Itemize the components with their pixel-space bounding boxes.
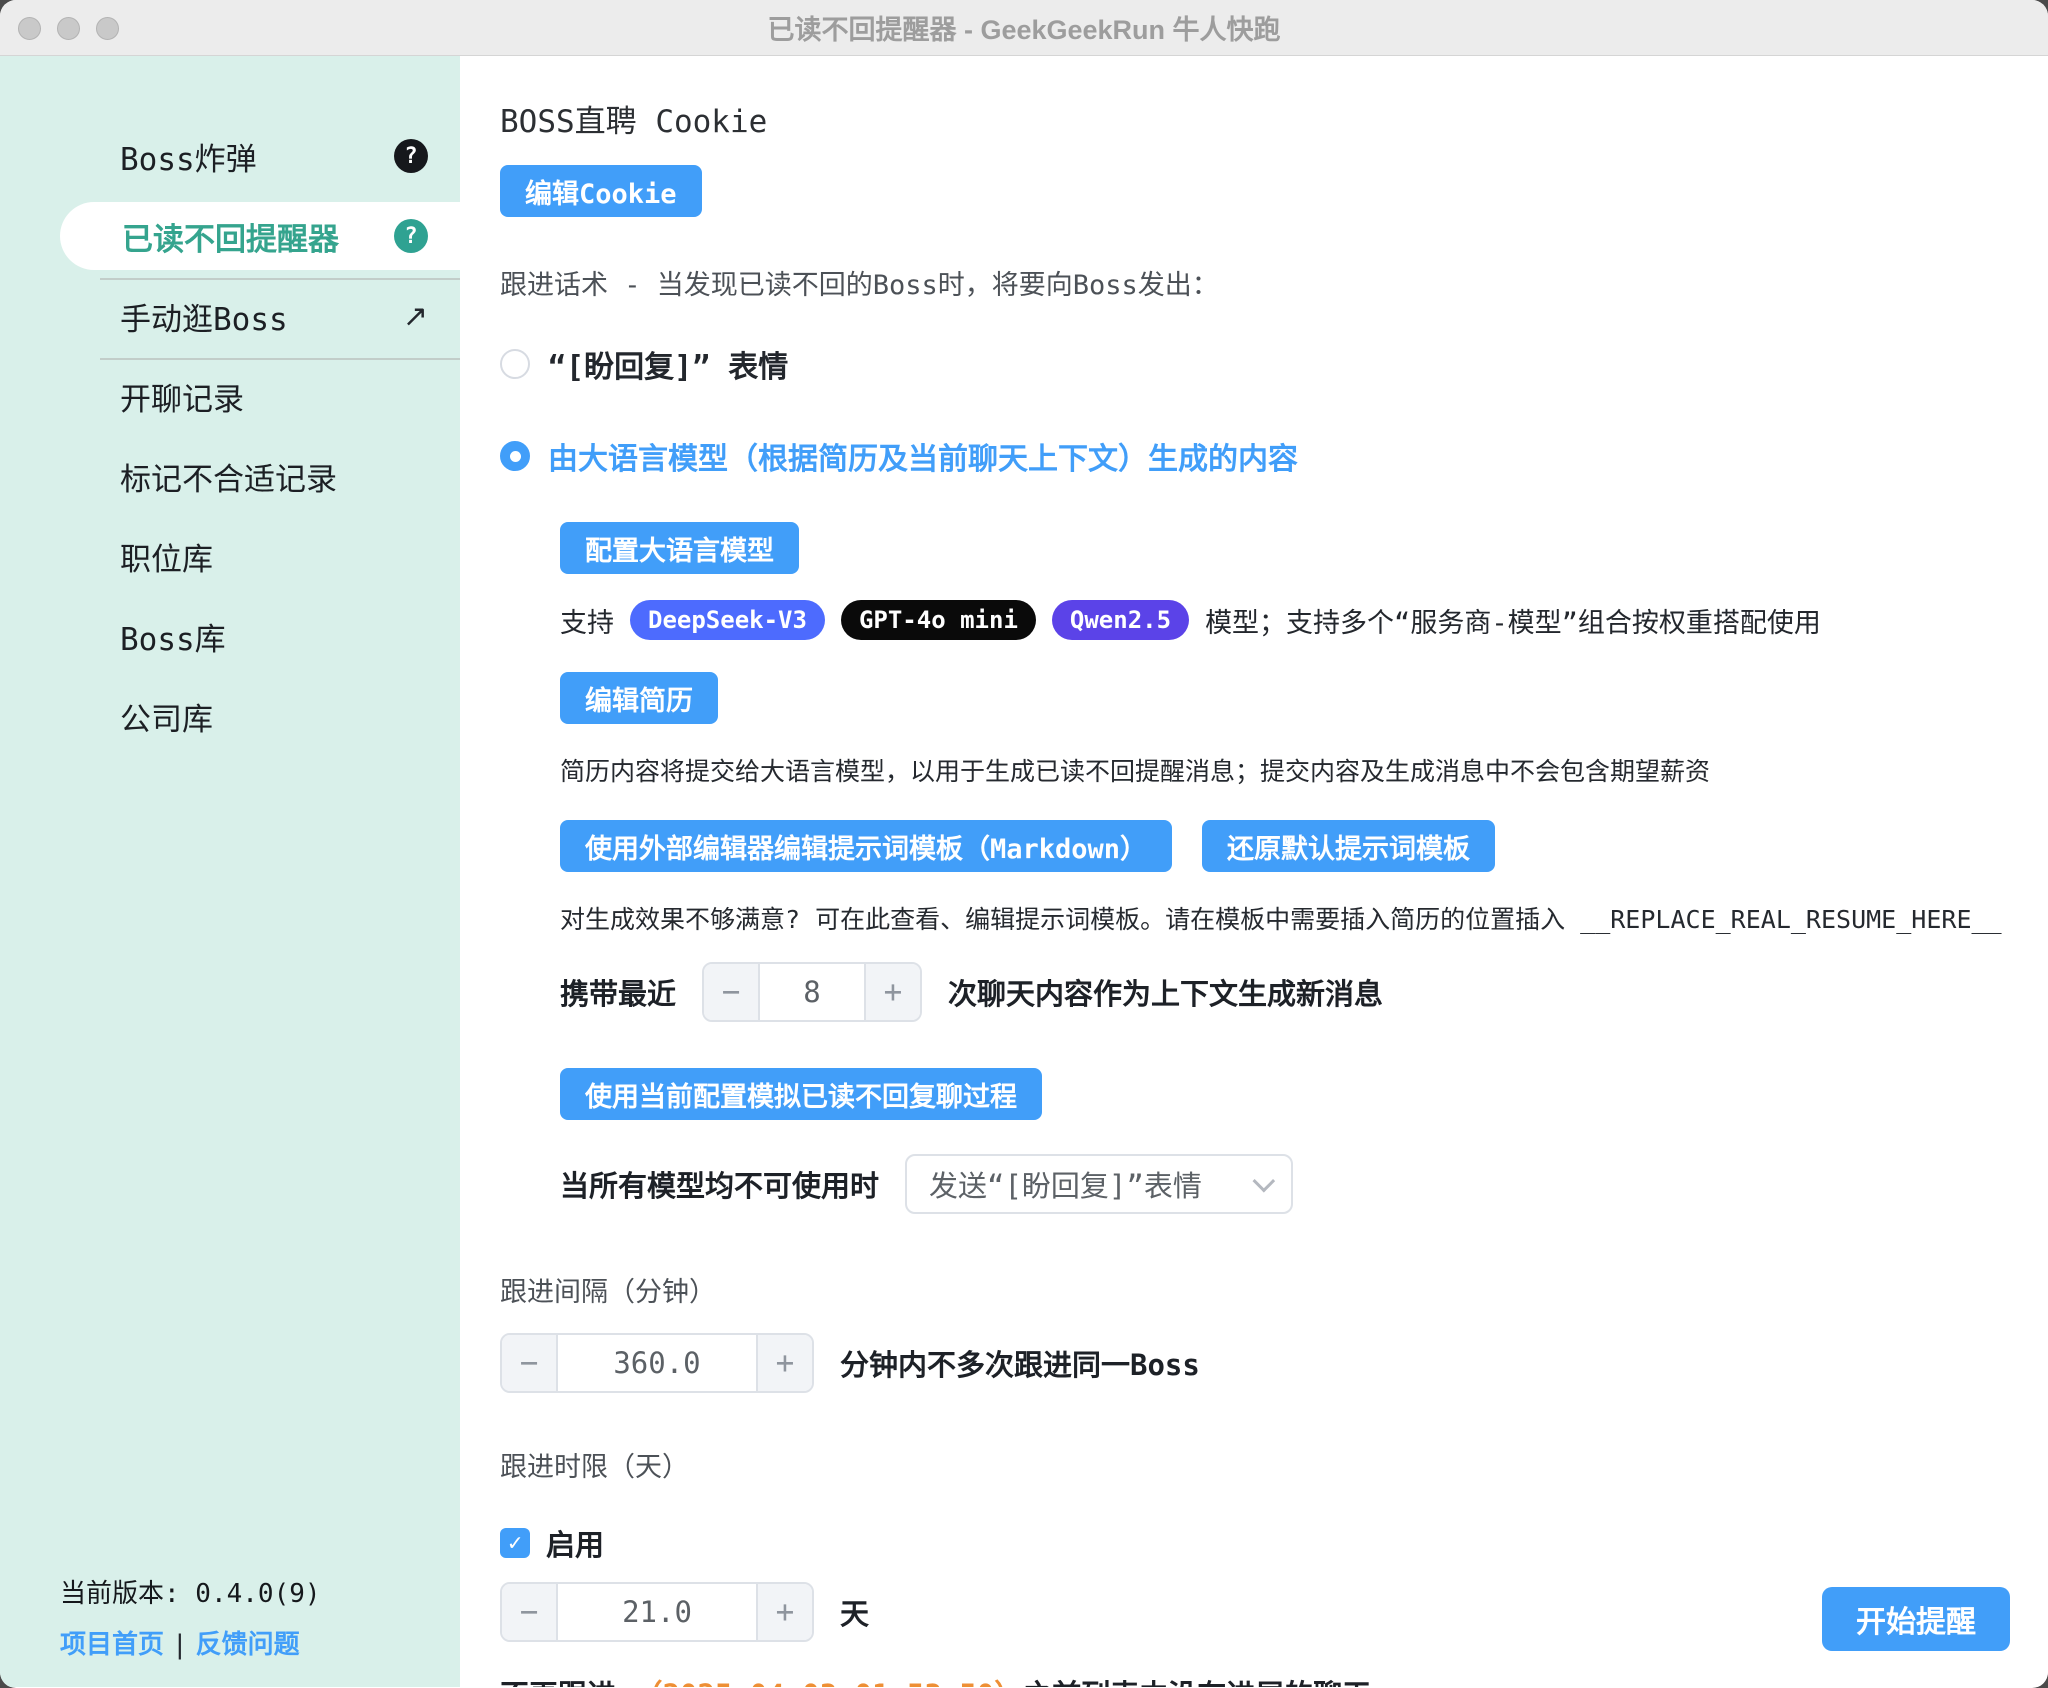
fallback-selected-value: 发送“[盼回复]”表情	[929, 1163, 1202, 1205]
decrement-button[interactable]: −	[502, 1584, 556, 1640]
link-separator: |	[172, 1630, 188, 1660]
fallback-label: 当所有模型均不可使用时	[560, 1163, 879, 1205]
template-note: 对生成效果不够满意? 可在此查看、编辑提示词模板。请在模板中需要插入简历的位置插…	[560, 900, 2008, 936]
model-badge-deepseek: DeepSeek-V3	[630, 600, 825, 640]
radio-unselected-icon[interactable]	[500, 349, 530, 379]
edit-cookie-button[interactable]: 编辑Cookie	[500, 165, 702, 217]
model-badge-gpt4o-mini: GPT-4o mini	[841, 600, 1036, 640]
footer-links: 项目首页 | 反馈问题	[60, 1624, 321, 1661]
traffic-lights	[18, 17, 119, 40]
interval-suffix: 分钟内不多次跟进同一Boss	[840, 1342, 1200, 1384]
increment-button[interactable]: +	[758, 1335, 812, 1391]
minimize-window-button[interactable]	[57, 17, 80, 40]
support-suffix: 模型；支持多个“服务商-模型”组合按权重搭配使用	[1205, 601, 1821, 640]
interval-label: 跟进间隔（分钟）	[500, 1270, 2008, 1309]
note-suffix: 之前列表中没有进展的聊天	[1023, 1678, 1371, 1687]
feedback-link[interactable]: 反馈问题	[196, 1630, 300, 1660]
edit-prompt-template-button[interactable]: 使用外部编辑器编辑提示词模板（Markdown）	[560, 820, 1172, 872]
window-title: 已读不回提醒器 - GeekGeekRun 牛人快跑	[767, 8, 1280, 47]
sidebar-item-label: 职位库	[120, 534, 213, 579]
enable-label: 启用	[546, 1522, 604, 1564]
configure-llm-button[interactable]: 配置大语言模型	[560, 522, 799, 574]
interval-stepper: − 360.0 +	[500, 1333, 814, 1393]
sidebar-item-marked-unsuitable[interactable]: 标记不合适记录	[0, 436, 460, 516]
context-count-prefix: 携带最近	[560, 971, 676, 1013]
follow-script-label: 跟进话术 - 当发现已读不回的Boss时，将要向Boss发出：	[500, 263, 2008, 302]
interval-input[interactable]: 360.0	[556, 1335, 758, 1391]
sidebar-item-label: 开聊记录	[120, 374, 244, 419]
deadline-enable-row[interactable]: ✓ 启用	[500, 1522, 2008, 1564]
sidebar-item-label: Boss库	[120, 614, 226, 659]
no-follow-note: 不再跟进 （2025-04-03 01:53:50）之前列表中没有进展的聊天	[500, 1672, 2008, 1687]
sidebar-item-label: 手动逛Boss	[120, 294, 288, 339]
deadline-days-input[interactable]: 21.0	[556, 1584, 758, 1640]
sidebar-item-label: 已读不回提醒器	[122, 214, 339, 259]
sidebar-item-boss-library[interactable]: Boss库	[0, 596, 460, 676]
sidebar-item-job-library[interactable]: 职位库	[0, 516, 460, 596]
decrement-button[interactable]: −	[502, 1335, 556, 1391]
zoom-window-button[interactable]	[96, 17, 119, 40]
context-count-input[interactable]: 8	[758, 964, 866, 1020]
llm-settings-block: 配置大语言模型 支持 DeepSeek-V3 GPT-4o mini Qwen2…	[560, 522, 2008, 1214]
deadline-days-stepper: − 21.0 +	[500, 1582, 814, 1642]
follow-option-llm[interactable]: 由大语言模型（根据简历及当前聊天上下文）生成的内容	[500, 434, 2008, 478]
radio-selected-icon[interactable]	[500, 441, 530, 471]
main-content: BOSS直聘 Cookie 编辑Cookie 跟进话术 - 当发现已读不回的Bo…	[460, 56, 2048, 1687]
edit-resume-button[interactable]: 编辑简历	[560, 672, 718, 724]
supported-models-line: 支持 DeepSeek-V3 GPT-4o mini Qwen2.5 模型；支持…	[560, 600, 2008, 640]
sidebar-item-read-no-reply-reminder[interactable]: 已读不回提醒器 ?	[60, 202, 460, 270]
sidebar-item-label: 公司库	[120, 694, 213, 739]
model-badge-qwen: Qwen2.5	[1052, 600, 1189, 640]
fallback-select[interactable]: 发送“[盼回复]”表情	[905, 1154, 1293, 1214]
resume-note: 简历内容将提交给大语言模型，以用于生成已读不回提醒消息；提交内容及生成消息中不会…	[560, 752, 2008, 788]
help-icon[interactable]: ?	[394, 219, 428, 253]
follow-option-emoji[interactable]: “[盼回复]” 表情	[500, 342, 2008, 386]
context-count-stepper: − 8 +	[702, 962, 922, 1022]
simulate-chat-button[interactable]: 使用当前配置模拟已读不回复聊过程	[560, 1068, 1042, 1120]
sidebar: Boss炸弹 ? 已读不回提醒器 ? 手动逛Boss ↗ 开聊记录 标记不合适记…	[0, 56, 460, 1687]
chevron-down-icon	[1253, 1170, 1276, 1193]
external-link-icon: ↗	[403, 299, 428, 334]
sidebar-divider	[100, 358, 460, 360]
radio-label: “[盼回复]” 表情	[548, 342, 788, 386]
close-window-button[interactable]	[18, 17, 41, 40]
app-window: 已读不回提醒器 - GeekGeekRun 牛人快跑 Boss炸弹 ? 已读不回…	[0, 0, 2048, 1688]
title-bar: 已读不回提醒器 - GeekGeekRun 牛人快跑	[0, 0, 2048, 56]
sidebar-item-manual-browse-boss[interactable]: 手动逛Boss ↗	[0, 276, 460, 356]
deadline-label: 跟进时限（天）	[500, 1445, 2008, 1484]
cookie-section-title: BOSS直聘 Cookie	[500, 96, 2008, 141]
checkbox-checked-icon[interactable]: ✓	[500, 1528, 530, 1558]
sidebar-item-label: Boss炸弹	[120, 134, 257, 179]
context-count-suffix: 次聊天内容作为上下文生成新消息	[948, 971, 1383, 1013]
note-datetime: （2025-04-03 01:53:50）	[633, 1678, 1023, 1687]
reset-prompt-template-button[interactable]: 还原默认提示词模板	[1202, 820, 1495, 872]
deadline-unit: 天	[840, 1591, 869, 1633]
project-home-link[interactable]: 项目首页	[60, 1630, 164, 1660]
sidebar-divider	[100, 278, 460, 280]
increment-button[interactable]: +	[758, 1584, 812, 1640]
increment-button[interactable]: +	[866, 964, 920, 1020]
version-label: 当前版本: 0.4.0(9)	[60, 1573, 321, 1610]
sidebar-item-boss-bomb[interactable]: Boss炸弹 ?	[0, 116, 460, 196]
note-prefix: 不再跟进	[500, 1678, 633, 1687]
sidebar-item-company-library[interactable]: 公司库	[0, 676, 460, 756]
help-icon[interactable]: ?	[394, 139, 428, 173]
decrement-button[interactable]: −	[704, 964, 758, 1020]
radio-label: 由大语言模型（根据简历及当前聊天上下文）生成的内容	[548, 434, 1298, 478]
start-reminder-button[interactable]: 开始提醒	[1822, 1587, 2010, 1651]
sidebar-item-chat-records[interactable]: 开聊记录	[0, 356, 460, 436]
sidebar-item-label: 标记不合适记录	[120, 454, 337, 499]
support-prefix: 支持	[560, 601, 614, 640]
